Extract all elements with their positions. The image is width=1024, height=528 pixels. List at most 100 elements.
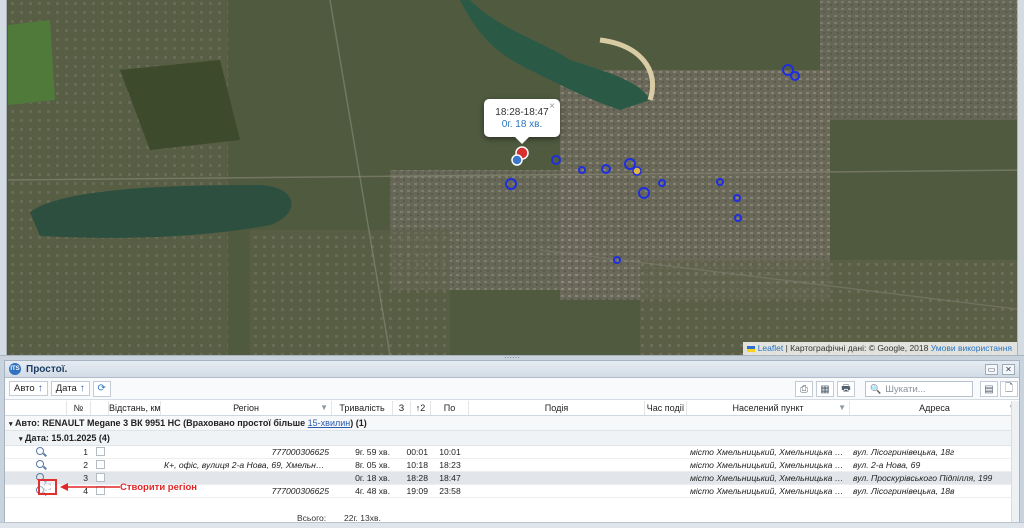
- group-date-label: Дата: 15.01.2025 (4): [25, 433, 110, 443]
- magnifier-icon[interactable]: [36, 460, 44, 468]
- sort-arrow-icon: ↑: [79, 383, 85, 394]
- col-actions: [5, 401, 67, 415]
- panel-toolbar: Авто ↑ Дата ↑ ⟳ ⎙ ▦ 🖶 🔍 ▤ 🗋: [5, 378, 1019, 400]
- row-city: місто Хмельницький, Хмельницька область: [690, 460, 850, 470]
- sort-by-date-button[interactable]: Дата ↑: [50, 381, 90, 396]
- zoom-to-stop-icon[interactable]: [5, 446, 67, 458]
- row-event: [469, 472, 645, 484]
- ukraine-flag-icon: [746, 345, 755, 352]
- group-row-auto[interactable]: ▾ Авто: RENAULT Megane 3 ВК 9951 НС (Вра…: [5, 416, 1019, 431]
- map-imagery: [0, 0, 1024, 355]
- table-row[interactable]: 2 К+, офіс, вулиця 2-а Нова, 69, Хмельниц…: [5, 459, 1019, 472]
- row-address: вул. Проскурівського Підпілля, 199: [853, 473, 993, 483]
- sort-by-auto-button[interactable]: Авто ↑: [9, 381, 48, 396]
- satellite-map[interactable]: × 18:28-18:47 0г. 18 хв. Leaflet | Карто…: [0, 0, 1024, 355]
- row-duration: 9г. 59 хв.: [355, 447, 390, 457]
- row-region: К+, офіс, вулиця 2-а Нова, 69, Хмельниць…: [164, 460, 332, 470]
- row-to: 23:58: [439, 486, 461, 496]
- column-settings-button[interactable]: ▤: [980, 381, 998, 397]
- row-duration: 0г. 18 хв.: [355, 473, 390, 483]
- popup-duration[interactable]: 0г. 18 хв.: [484, 119, 560, 131]
- row-to: 10:01: [439, 447, 461, 457]
- col-number[interactable]: №: [67, 401, 91, 415]
- terms-link[interactable]: Умови використання: [931, 343, 1012, 353]
- panel-title: Простої.: [26, 363, 68, 375]
- row-to: 18:47: [439, 473, 461, 483]
- col-event[interactable]: Подія: [469, 401, 645, 415]
- row-duration: 8г. 05 хв.: [355, 460, 390, 470]
- search-icon: 🔍: [870, 383, 882, 394]
- downtime-panel: ITS Простої. ▭ ✕ Авто ↑ Дата ↑ ⟳ ⎙ ▦ 🖶 🔍: [4, 360, 1020, 528]
- bottom-tab-strip[interactable]: [0, 522, 1024, 528]
- app-logo-icon: ITS: [9, 363, 21, 375]
- checkbox[interactable]: [95, 447, 105, 456]
- col-from-sort[interactable]: ↑2: [411, 401, 431, 415]
- create-region-callout: Створити регіон: [120, 482, 198, 493]
- row-from: 18:28: [406, 473, 428, 483]
- collapse-arrow-icon[interactable]: ▾: [9, 421, 13, 428]
- vertical-scrollbar[interactable]: [1011, 401, 1019, 527]
- col-region[interactable]: Регіон ▼: [161, 401, 332, 415]
- pdf-icon: ⎙: [800, 383, 808, 395]
- row-event-time: [645, 485, 687, 497]
- col-distance[interactable]: Відстань, км: [109, 401, 161, 415]
- col-address[interactable]: Адреса▼: [850, 401, 1019, 415]
- create-region-button[interactable]: ⛶: [38, 479, 57, 495]
- col-event-time[interactable]: Час події: [645, 401, 687, 415]
- row-checkbox[interactable]: [91, 446, 109, 458]
- popup-close-icon[interactable]: ×: [549, 101, 555, 113]
- app-window: × 18:28-18:47 0г. 18 хв. Leaflet | Карто…: [0, 0, 1024, 528]
- leaflet-link[interactable]: Leaflet: [758, 343, 784, 353]
- col-city[interactable]: Населений пункт ▼: [687, 401, 850, 415]
- row-event: [469, 485, 645, 497]
- export-excel-button[interactable]: ▦: [816, 381, 834, 397]
- zoom-to-stop-icon[interactable]: [5, 485, 67, 497]
- zoom-to-stop-icon[interactable]: [5, 472, 67, 484]
- export-pdf-button[interactable]: ⎙: [795, 381, 813, 397]
- min-duration-link[interactable]: 15-хвилин: [308, 418, 351, 428]
- row-from: 10:18: [406, 460, 428, 470]
- refresh-group-button[interactable]: ⟳: [92, 380, 111, 397]
- group-auto-prefix: Авто: RENAULT Megane 3 ВК 9951 НС (Врахо…: [15, 418, 308, 428]
- sort-arrow-icon: ↑: [37, 383, 43, 394]
- row-event: [469, 446, 645, 458]
- excel-icon: ▦: [820, 383, 830, 395]
- col-from[interactable]: З: [393, 401, 411, 415]
- row-event-time: [645, 472, 687, 484]
- row-event-time: [645, 446, 687, 458]
- print-button[interactable]: 🖶: [837, 381, 855, 397]
- row-from: 19:09: [406, 486, 428, 496]
- col-to[interactable]: По: [431, 401, 469, 415]
- search-box[interactable]: 🔍: [865, 381, 973, 397]
- collapse-arrow-icon[interactable]: ▾: [19, 436, 23, 443]
- row-checkbox[interactable]: [91, 459, 109, 471]
- group-row-date[interactable]: ▾ Дата: 15.01.2025 (4): [5, 431, 1019, 446]
- export-button[interactable]: 🗋: [1000, 381, 1018, 397]
- map-attribution: Leaflet | Картографічні дані: © Google, …: [742, 342, 1017, 355]
- table-header: № Відстань, км Регіон ▼ Тривалість З ↑2 П…: [5, 401, 1019, 416]
- search-input[interactable]: [885, 383, 966, 395]
- row-region: 777000306625: [271, 447, 329, 457]
- printer-icon: 🖶: [841, 382, 851, 394]
- group-cycle-icon: ⟳: [97, 383, 106, 394]
- row-event-time: [645, 459, 687, 471]
- columns-icon: ▤: [984, 383, 994, 395]
- magnifier-icon[interactable]: [36, 447, 44, 455]
- row-address: вул. 2-а Нова, 69: [853, 460, 921, 470]
- filter-icon[interactable]: ▼: [320, 401, 328, 415]
- col-city-label: Населений пункт: [732, 403, 804, 413]
- zoom-to-stop-icon[interactable]: [5, 459, 67, 471]
- col-duration[interactable]: Тривалість: [332, 401, 393, 415]
- row-address: вул. Лісогринівецька, 18г: [853, 447, 955, 457]
- document-icon: 🗋: [1004, 382, 1014, 394]
- sort-auto-label: Авто: [14, 383, 35, 394]
- checkbox[interactable]: [95, 473, 105, 482]
- filter-icon[interactable]: ▼: [838, 401, 846, 415]
- row-number: 1: [83, 447, 88, 457]
- close-panel-button[interactable]: ✕: [1002, 364, 1015, 375]
- table-row[interactable]: 1 777000306625 9г. 59 хв. 00:01 10:01 місто Х…: [5, 446, 1019, 459]
- row-number: 2: [83, 460, 88, 470]
- checkbox[interactable]: [95, 460, 105, 469]
- row-address: вул. Лісогринівецька, 18в: [853, 486, 955, 496]
- restore-button[interactable]: ▭: [985, 364, 998, 375]
